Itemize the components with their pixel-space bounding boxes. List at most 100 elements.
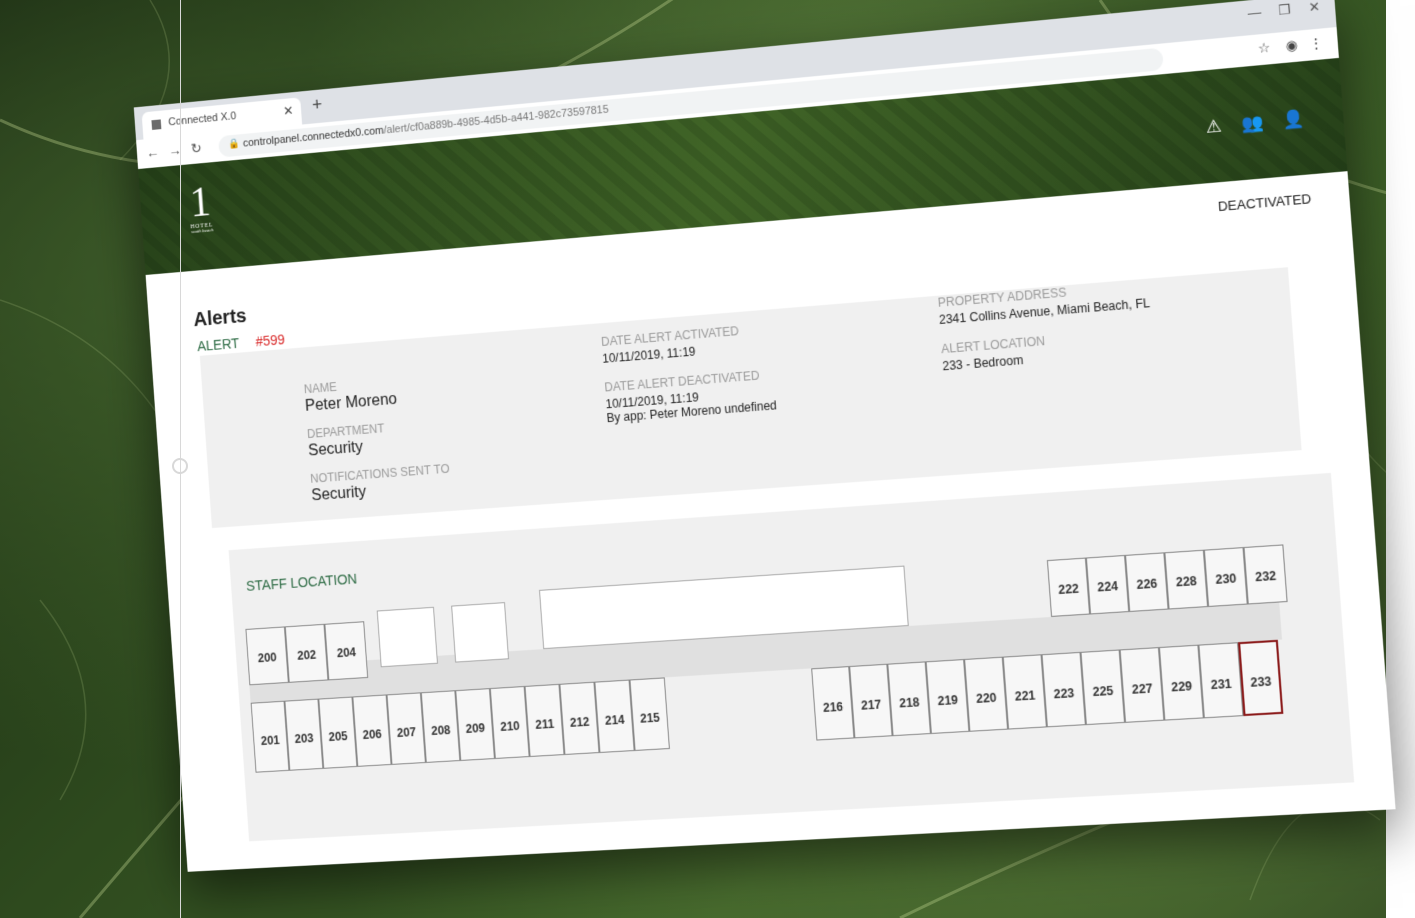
room-206[interactable]: 206 (352, 694, 392, 767)
page-title: Alerts (192, 305, 248, 332)
room-number: 233 (1249, 674, 1272, 690)
room-204[interactable]: 204 (324, 621, 369, 681)
room-233[interactable]: 233 (1238, 639, 1284, 717)
room-229[interactable]: 229 (1158, 644, 1204, 721)
room-228[interactable]: 228 (1164, 549, 1209, 610)
room-232[interactable]: 232 (1243, 544, 1288, 605)
room-number: 204 (336, 645, 357, 661)
room-208[interactable]: 208 (420, 690, 461, 763)
room-202[interactable]: 202 (284, 623, 329, 683)
room-224[interactable]: 224 (1085, 554, 1130, 615)
room-number: 227 (1131, 681, 1154, 698)
room-number: 212 (569, 715, 590, 731)
bookmark-star-icon[interactable]: ☆ (1257, 40, 1270, 58)
room-number: 203 (294, 731, 315, 747)
tab-title: Connected X.0 (167, 110, 237, 129)
room-number: 219 (937, 693, 959, 709)
header-icons: ⚠ 👥 👤 (1190, 109, 1306, 140)
staff-location-title: STAFF LOCATION (245, 570, 358, 594)
restore-icon[interactable]: ❐ (1278, 1, 1291, 19)
room-number: 223 (1053, 686, 1075, 702)
room-number: 208 (430, 723, 451, 739)
page-content: 1 HOTEL south beach ⚠ 👥 👤 DEACTIVATED Al… (138, 57, 1396, 872)
room-210[interactable]: 210 (489, 685, 530, 759)
deactivated-field: DATE ALERT DEACTIVATED 10/11/2019, 11:19… (603, 368, 778, 426)
back-icon[interactable]: ← (146, 144, 160, 161)
floor-plan: 200 202 204 201 203 205 206 207 208 209 210 211 212 2… (244, 537, 1343, 803)
room-219[interactable]: 219 (925, 659, 970, 735)
room-number: 225 (1092, 683, 1114, 700)
room-number: 220 (975, 690, 998, 707)
room-number: 217 (860, 697, 882, 713)
location-field: ALERT LOCATION 233 - Bedroom (940, 333, 1046, 374)
address-field: PROPERTY ADDRESS 2341 Collins Avenue, Mi… (937, 285, 1151, 328)
room-212[interactable]: 212 (559, 681, 600, 756)
room-number: 202 (296, 647, 317, 663)
room-number: 218 (898, 695, 921, 711)
room-216[interactable]: 216 (811, 666, 855, 741)
room-number: 205 (328, 729, 349, 745)
room-number: 216 (822, 699, 844, 716)
room-201[interactable]: 201 (250, 700, 290, 773)
room-number: 200 (257, 650, 278, 666)
stair-room (451, 602, 510, 663)
favicon-icon (151, 119, 162, 130)
room-number: 214 (604, 712, 626, 728)
room-215[interactable]: 215 (629, 677, 670, 751)
hotel-logo[interactable]: 1 HOTEL south beach (180, 177, 221, 235)
profile-icon[interactable]: ◉ (1285, 37, 1298, 55)
room-number: 206 (362, 727, 383, 743)
room-231[interactable]: 231 (1198, 642, 1244, 719)
room-number: 222 (1057, 581, 1080, 597)
room-number: 230 (1214, 570, 1237, 587)
room-number: 221 (1014, 688, 1036, 704)
lock-icon: 🔒 (227, 138, 241, 150)
name-field: NAME Peter Moreno (303, 380, 398, 415)
room-number: 209 (465, 721, 486, 737)
room-207[interactable]: 207 (386, 692, 426, 765)
status-badge: DEACTIVATED (1217, 190, 1312, 215)
minimize-icon[interactable]: — (1247, 4, 1262, 21)
alert-warning-icon[interactable]: ⚠ (1205, 116, 1222, 137)
room-220[interactable]: 220 (964, 656, 1009, 732)
browser-window: Connected X.0 ✕ + — ❐ ✕ ← → ↻ 🔒 controlp… (133, 0, 1396, 872)
menu-icon[interactable]: ⋮ (1309, 35, 1324, 53)
room-225[interactable]: 225 (1080, 649, 1126, 726)
tab-close-icon[interactable]: ✕ (283, 103, 294, 120)
room-221[interactable]: 221 (1002, 654, 1047, 730)
room-218[interactable]: 218 (887, 661, 931, 737)
room-209[interactable]: 209 (455, 688, 495, 761)
room-223[interactable]: 223 (1041, 651, 1086, 728)
department-field: DEPARTMENT Security (306, 421, 385, 460)
room-217[interactable]: 217 (849, 663, 893, 739)
room-214[interactable]: 214 (594, 679, 635, 753)
room-number: 231 (1210, 676, 1233, 693)
room-number: 229 (1170, 679, 1193, 695)
reload-icon[interactable]: ↻ (190, 140, 202, 157)
room-number: 224 (1096, 578, 1119, 595)
room-200[interactable]: 200 (245, 626, 289, 686)
room-number: 210 (499, 719, 521, 735)
divider-handle-icon[interactable] (172, 458, 188, 474)
close-window-icon[interactable]: ✕ (1308, 0, 1321, 16)
room-211[interactable]: 211 (524, 683, 565, 758)
room-205[interactable]: 205 (318, 696, 358, 769)
room-227[interactable]: 227 (1119, 647, 1165, 723)
notifications-field: NOTIFICATIONS SENT TO Security (309, 461, 450, 505)
room-230[interactable]: 230 (1203, 547, 1248, 608)
room-203[interactable]: 203 (284, 698, 324, 771)
alert-label: ALERT (196, 335, 240, 355)
alert-number: #599 (255, 331, 286, 350)
activated-field: DATE ALERT ACTIVATED 10/11/2019, 11:19 (600, 324, 740, 366)
room-number: 201 (260, 733, 281, 749)
room-number: 226 (1136, 576, 1158, 592)
room-number: 228 (1175, 573, 1198, 590)
staff-location-card: STAFF LOCATION 200 202 204 201 203 205 206 207 2… (228, 472, 1355, 842)
staff-group-icon[interactable]: 👥 (1240, 112, 1264, 133)
room-226[interactable]: 226 (1125, 552, 1169, 613)
room-222[interactable]: 222 (1046, 557, 1091, 617)
room-number: 207 (396, 725, 417, 741)
new-tab-icon[interactable]: + (311, 94, 322, 115)
user-account-icon[interactable]: 👤 (1282, 109, 1306, 130)
room-number: 232 (1254, 568, 1277, 585)
